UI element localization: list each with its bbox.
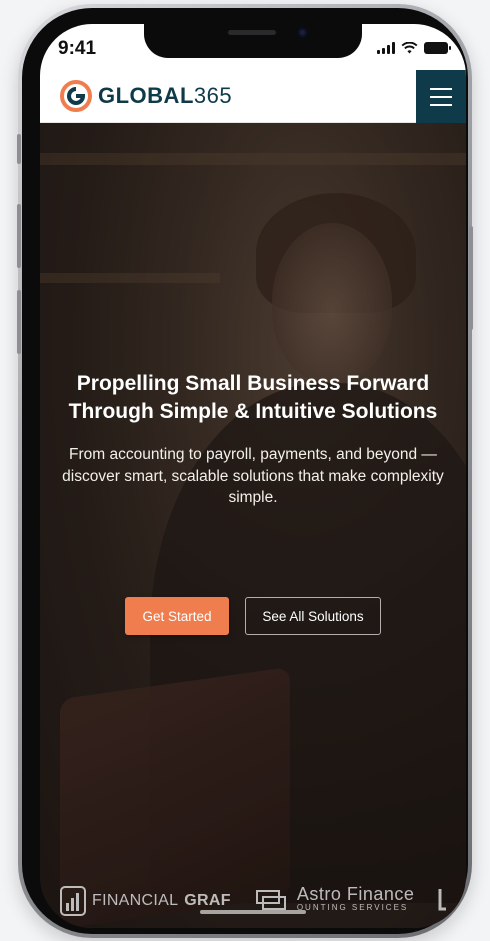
partner-logo-partial [438,887,448,916]
hamburger-icon [430,87,452,90]
get-started-button[interactable]: Get Started [125,597,229,635]
partner-astro-name: Astro Finance [296,884,415,904]
status-time: 9:41 [58,38,97,59]
hero-subtitle: From accounting to payroll, payments, an… [62,446,444,506]
status-bar: 9:41 [40,24,466,70]
bar-chart-icon [60,886,86,916]
home-indicator[interactable] [200,910,306,914]
see-all-solutions-button[interactable]: See All Solutions [245,597,381,635]
brand-logo[interactable]: GLOBAL365 [60,80,232,112]
hero-cta-row: Get Started See All Solutions [40,597,466,635]
wifi-icon [401,42,418,54]
logo-mark-icon [60,80,92,112]
hero-section: Propelling Small Business Forward Throug… [40,123,466,928]
partner-name-light: FINANCIAL [92,892,179,909]
logo-name: GLOBAL [98,83,194,108]
phone-volume-down [17,290,21,354]
hero-content: Propelling Small Business Forward Throug… [40,370,466,509]
notch [144,24,362,58]
partner-name-bold: GRAF [184,892,231,909]
status-icons [377,42,451,54]
battery-icon [424,42,451,54]
phone-side-button [17,134,21,164]
astro-text: Astro Finance OUNTING SERVICES [296,884,415,915]
hero-title: Propelling Small Business Forward Throug… [68,372,438,423]
front-camera [298,28,307,37]
partial-logo-icon [438,888,447,910]
phone-power-button [469,226,473,330]
partner-logo-strip: FINANCIAL GRAF Astro Finance OUNTING SERV… [40,881,466,921]
logo-wordmark: GLOBAL365 [98,83,232,109]
signal-icon [377,42,395,54]
site-header: GLOBAL365 [40,70,466,123]
partner-astro-sub: OUNTING SERVICES [296,903,409,912]
hero-overlay [40,123,466,928]
phone-volume-up [17,204,21,268]
phone-screen: 9:41 GLOBAL365 Propelling Small Business… [40,24,466,928]
hamburger-menu-button[interactable] [416,70,466,123]
speaker-grille [228,30,276,35]
logo-suffix: 365 [193,83,233,108]
